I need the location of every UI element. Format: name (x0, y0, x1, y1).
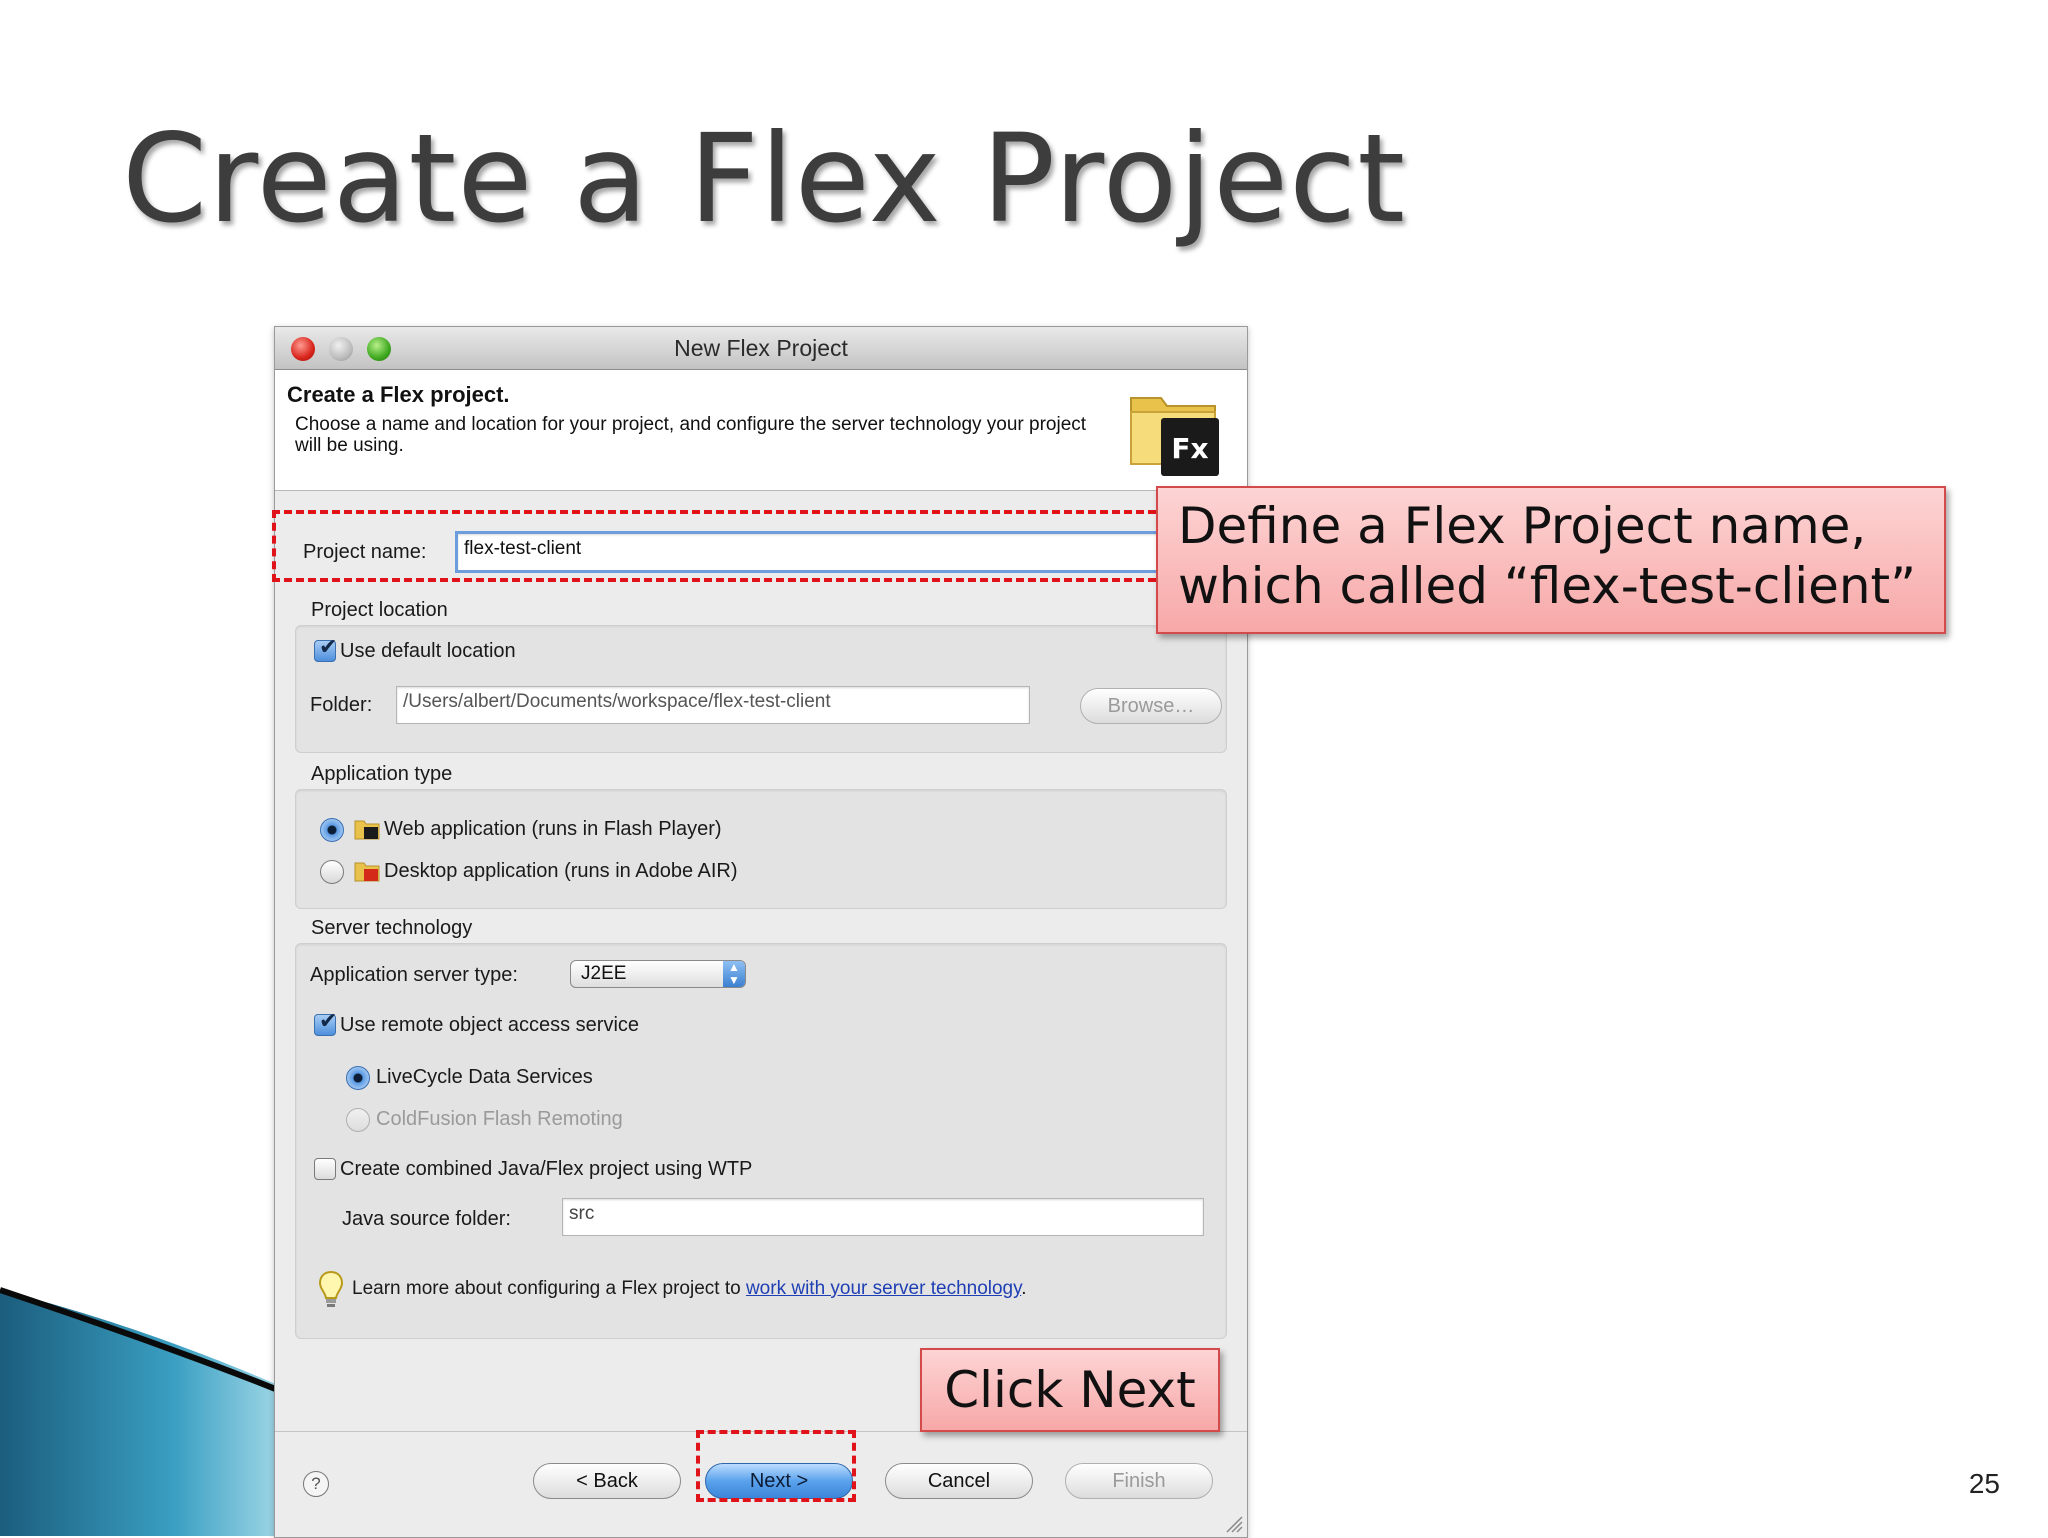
application-type-group: Web application (runs in Flash Player) D… (295, 789, 1227, 909)
fx-logo-text: Fx (1171, 432, 1208, 465)
livecycle-data-services-label: LiveCycle Data Services (376, 1066, 593, 1088)
server-technology-group: Application server type: J2EE ▲ ▼ ✔ Use r… (295, 943, 1227, 1339)
combined-project-label: Create combined Java/Flex project using … (340, 1158, 753, 1180)
slide-title: Create a Flex Project (122, 108, 1407, 250)
project-name-callout-line2: which called “flex-test-client” (1178, 557, 1917, 615)
browse-button[interactable]: Browse… (1080, 688, 1222, 724)
application-type-label: Application type (311, 763, 453, 785)
use-remote-object-checkbox[interactable]: ✔ (314, 1009, 337, 1036)
learn-more-prefix: Learn more about configuring a Flex proj… (352, 1278, 746, 1299)
cancel-button[interactable]: Cancel (885, 1463, 1033, 1499)
window-titlebar: New Flex Project (275, 327, 1247, 370)
project-location-group: ✔ Use default location Folder: /Users/al… (295, 625, 1227, 753)
select-arrows-icon: ▲ ▼ (723, 961, 745, 987)
next-button-highlight (696, 1430, 856, 1502)
learn-more-text: Learn more about configuring a Flex proj… (352, 1278, 1027, 1300)
use-remote-object-label: Use remote object access service (340, 1014, 640, 1036)
back-button[interactable]: < Back (533, 1463, 681, 1499)
help-icon[interactable]: ? (303, 1471, 329, 1497)
use-default-location-label: Use default location (340, 640, 516, 662)
server-technology-label: Server technology (311, 917, 473, 939)
lightbulb-icon (318, 1270, 344, 1307)
page-number: 25 (1968, 1468, 2000, 1499)
use-default-location-checkbox[interactable]: ✔ (314, 635, 337, 662)
wizard-header: Create a Flex project. Choose a name and… (275, 370, 1247, 491)
app-server-type-select[interactable]: J2EE ▲ ▼ (570, 960, 746, 988)
java-source-folder-label: Java source folder: (342, 1208, 511, 1230)
web-app-folder-icon (354, 820, 380, 840)
window-title: New Flex Project (674, 335, 848, 361)
learn-more-suffix: . (1021, 1278, 1027, 1299)
project-name-callout: Define a Flex Project name, which called… (1156, 486, 1946, 634)
desktop-application-radio[interactable] (320, 860, 344, 884)
project-location-label: Project location (311, 599, 448, 621)
desktop-application-label: Desktop application (runs in Adobe AIR) (384, 860, 738, 882)
java-source-folder-input[interactable]: src (562, 1198, 1204, 1236)
combined-project-checkbox[interactable] (314, 1158, 336, 1180)
project-name-highlight (272, 510, 1168, 582)
folder-label: Folder: (310, 694, 373, 716)
coldfusion-flash-remoting-radio[interactable] (346, 1108, 370, 1132)
resize-grip-icon[interactable] (1223, 1513, 1243, 1533)
folder-input[interactable]: /Users/albert/Documents/workspace/flex-t… (396, 686, 1030, 724)
wizard-header-description: Choose a name and location for your proj… (295, 414, 1087, 456)
web-application-label: Web application (runs in Flash Player) (384, 818, 722, 840)
click-next-callout: Click Next (920, 1348, 1220, 1432)
flex-folder-logo-icon: Fx (1130, 397, 1219, 476)
coldfusion-flash-remoting-label: ColdFusion Flash Remoting (376, 1108, 623, 1130)
app-server-type-label: Application server type: (310, 964, 518, 986)
web-application-radio[interactable] (320, 818, 344, 842)
wizard-header-title: Create a Flex project. (287, 382, 510, 407)
livecycle-data-services-radio[interactable] (346, 1066, 370, 1090)
app-server-type-value: J2EE (581, 963, 627, 984)
air-app-folder-icon (354, 862, 380, 882)
server-technology-link[interactable]: work with your server technology (746, 1278, 1021, 1299)
project-name-callout-line1: Define a Flex Project name, (1178, 497, 1867, 555)
finish-button[interactable]: Finish (1065, 1463, 1213, 1499)
